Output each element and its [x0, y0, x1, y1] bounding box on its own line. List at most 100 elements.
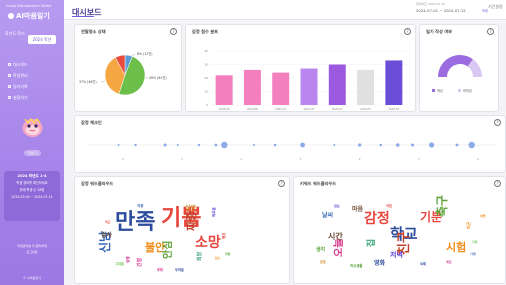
bar[interactable]	[243, 69, 261, 105]
timeline-dot[interactable]	[468, 141, 475, 149]
sidebar-item-label: 일기기록	[13, 84, 28, 89]
updated-time: 업데이트 2024.07.15	[416, 2, 446, 6]
x-tick-label: 2024-07	[304, 107, 315, 111]
brand-logo[interactable]: AI마음일기	[8, 11, 50, 21]
word-cloud-word: 실망	[185, 204, 197, 212]
word-cloud-word: 피곤	[105, 219, 111, 224]
word-cloud-word: 두려움	[175, 267, 184, 272]
word-cloud-word: 외로움	[211, 207, 216, 217]
diary-write-card: 일기 작성 여부 ? 작성 미작성	[419, 24, 499, 112]
timeline-dot[interactable]	[252, 144, 255, 146]
date-range-input[interactable]: 2024-07-01 ~ 2024-07-15	[416, 8, 466, 13]
timeline-dot[interactable]	[273, 143, 277, 147]
class-info-card: 2024 학년도 1-4 학생 정보를 확인하세요 현재 학생 수 28명 20…	[4, 171, 60, 221]
bar[interactable]	[272, 72, 290, 105]
period-setting-button[interactable]: 기간설정	[488, 4, 503, 10]
word-cloud-word: 자랑	[225, 251, 231, 256]
gauge-filled-arc	[438, 55, 473, 77]
x-tick-label: 2024-06	[219, 107, 230, 111]
sidebar-item-diary[interactable]: 일기기록	[8, 81, 28, 92]
timeline-dot[interactable]	[300, 142, 305, 148]
pie-chart: 8% (12건) 49% (61건) 37% (46건)	[79, 51, 167, 96]
more-button[interactable]: 더보기	[24, 150, 41, 156]
brand-subtitle: Group Management Toolkit	[6, 4, 52, 8]
sidebar-item-label: 대시보드	[13, 62, 28, 67]
emotion-wordcloud: 만족 기쁨소망짜증불안안심신남실망감사긴장희망외로움걱정평온그리움후회 두려움분노설…	[97, 203, 231, 272]
logout-link[interactable]: 로그아웃	[6, 249, 58, 255]
bar[interactable]	[215, 75, 233, 105]
timeline-dot[interactable]	[455, 143, 459, 147]
top-bar: 대시보드 업데이트 2024.07.15 2024-07-01 ~ 2024-0…	[64, 0, 506, 20]
timeline-dot[interactable]	[221, 141, 228, 149]
logo-icon	[8, 13, 14, 19]
x-tick-label: 6	[477, 157, 479, 161]
x-tick-label: 4	[359, 157, 361, 161]
timeline-dot[interactable]	[411, 143, 415, 147]
sidebar-item-students[interactable]: 학생관리	[8, 70, 28, 81]
legend-swatch-written	[432, 89, 435, 92]
word-cloud-word: 소망	[195, 234, 221, 251]
word-cloud-word: 운동	[320, 259, 326, 264]
pie-label-2: 49% (61건)	[149, 75, 167, 80]
pie-leader-line	[144, 76, 149, 79]
timeline-dot[interactable]	[176, 144, 179, 146]
word-cloud-word: 만족	[115, 210, 155, 235]
y-tick-label: 0	[206, 103, 208, 107]
x-tick-label: 2	[240, 157, 242, 161]
word-cloud-word: 오늘	[333, 239, 345, 257]
y-tick-label: 30	[204, 63, 208, 67]
pie-leader-line	[130, 53, 136, 57]
bar-chart: 40 30 20 10 0 2024-06 2024-06 2024-07 2024-07 202…	[204, 49, 408, 111]
word-cloud-word: 생각	[316, 246, 326, 253]
timeline-chart: 0 1 2 3 4 5 6	[89, 141, 495, 161]
word-cloud-word: 감사	[101, 231, 113, 239]
word-cloud-word: 저녁	[390, 250, 403, 259]
word-cloud-word: 시험	[446, 240, 466, 254]
x-tick-label: 3	[300, 157, 302, 161]
semester-select[interactable]: 2024 학년	[28, 35, 56, 44]
dashboard-icon	[8, 63, 11, 66]
sidebar: Group Management Toolkit AI마음일기 학년도·학기 2…	[0, 0, 64, 285]
timeline-dot[interactable]	[134, 143, 137, 147]
legend-unwritten: 미작성	[463, 88, 472, 93]
sidebar-item-dashboard[interactable]: 대시보드	[8, 59, 28, 70]
word-cloud-word: 안심	[161, 241, 174, 259]
sidebar-item-settings[interactable]: 설정하기	[8, 92, 28, 103]
mascot-icon	[22, 118, 43, 137]
sidebar-item-label: 설정하기	[13, 95, 28, 100]
x-tick-label: 5	[418, 157, 420, 161]
keyword-wordcloud: 학교감정 기분축구시험친구시간날씨마음저녁영화생각 오늘 집피곤학교생활운동아침숙제 게…	[316, 195, 486, 268]
timeline-dot[interactable]	[163, 143, 167, 147]
word-cloud-word: 여행	[480, 213, 486, 218]
bar[interactable]	[357, 69, 375, 105]
timeline-dot[interactable]	[333, 144, 336, 146]
bar[interactable]	[385, 60, 403, 105]
word-cloud-word: 피곤	[465, 221, 471, 229]
bar[interactable]	[328, 64, 346, 106]
settings-icon	[8, 96, 11, 99]
sidebar-footer: 학생관리를 더 편리하게 로그아웃	[6, 243, 58, 255]
timeline-dot[interactable]	[214, 143, 218, 147]
date-search-button[interactable]: 조회	[482, 8, 488, 13]
timeline-dot[interactable]	[379, 143, 383, 147]
word-cloud-word: 게임	[446, 259, 452, 264]
title-underline	[72, 16, 94, 18]
timeline-dot[interactable]	[117, 144, 120, 146]
timeline-dot[interactable]	[197, 143, 201, 147]
word-cloud-word: 마음	[352, 205, 364, 213]
word-cloud-word: 가족	[472, 239, 478, 244]
word-cloud-word: 집	[365, 239, 377, 247]
emotion-ratio-card: 연말청소 상태 ? 8% (12건) 49% (61건) 37% (46건)	[74, 24, 182, 112]
word-cloud-word: 영화	[374, 259, 386, 267]
brand-name: AI마음일기	[16, 12, 50, 20]
word-cloud-word: 후회	[157, 267, 163, 272]
word-cloud-word: 걱정	[137, 203, 143, 208]
x-tick-label: 2024-07	[360, 107, 371, 111]
class-title: 2024 학년도 1-4	[17, 174, 47, 178]
x-tick-label: 2024-06	[247, 107, 258, 111]
timeline-dot[interactable]	[358, 143, 362, 147]
timeline-dot[interactable]	[395, 143, 400, 147]
semester-label: 학년도·학기	[5, 31, 25, 36]
bar[interactable]	[300, 68, 318, 105]
timeline-dot[interactable]	[428, 142, 435, 148]
